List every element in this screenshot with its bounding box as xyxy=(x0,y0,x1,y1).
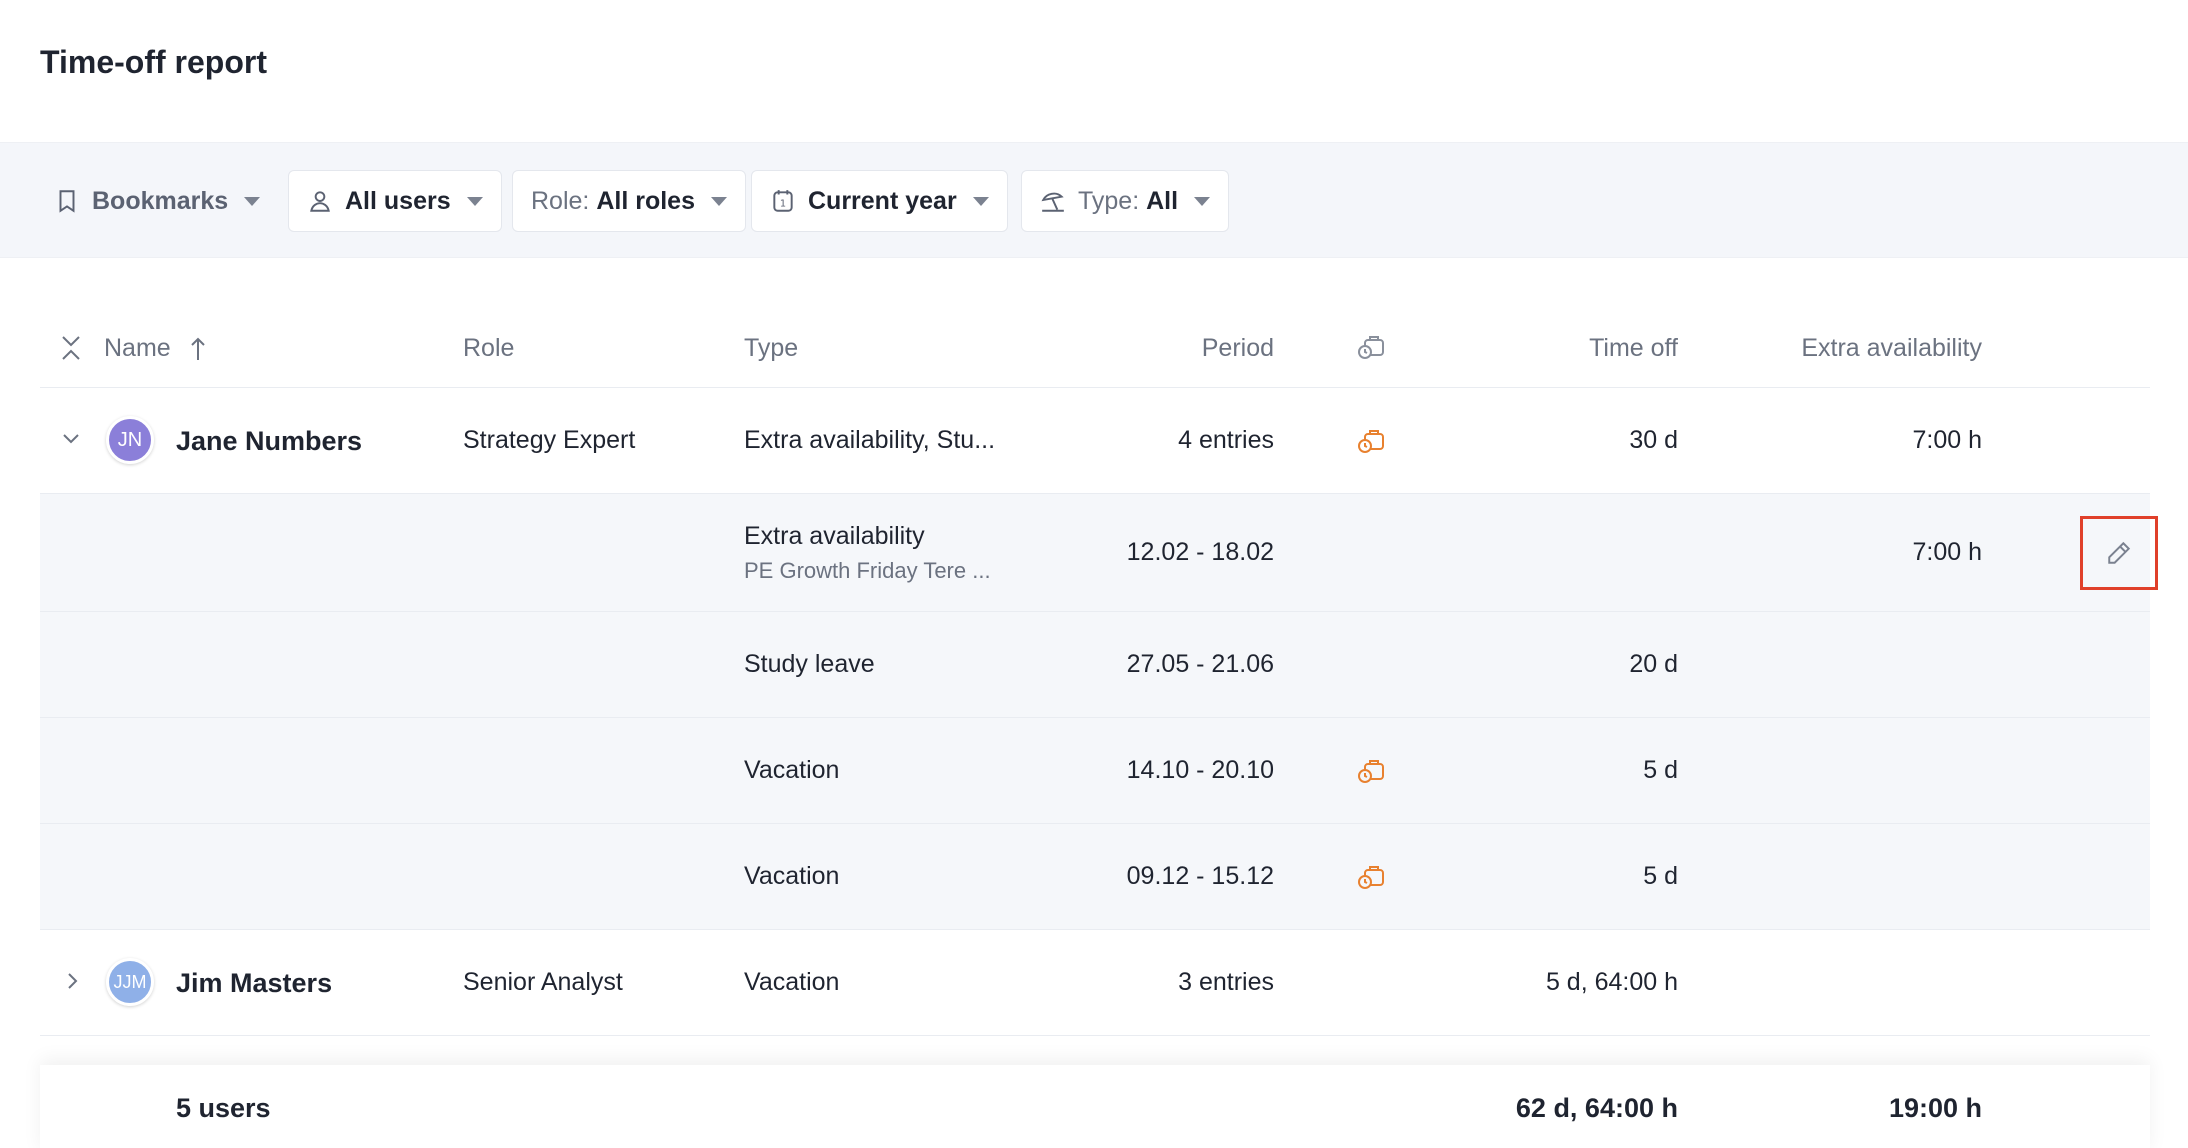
chevron-right-icon[interactable] xyxy=(60,968,86,994)
timer-briefcase-icon xyxy=(1354,330,1388,364)
column-header-type[interactable]: Type xyxy=(744,334,798,363)
column-header-time-off[interactable]: Time off xyxy=(1440,334,1678,363)
entry-period: 12.02 - 18.02 xyxy=(1126,538,1274,566)
column-header-role[interactable]: Role xyxy=(463,334,514,363)
entry-time-off: 20 d xyxy=(1629,650,1678,678)
role-filter[interactable]: Role: All roles xyxy=(512,170,746,232)
entry-note: PE Growth Friday Tere ... xyxy=(744,558,991,583)
entry-type: Vacation xyxy=(744,862,840,890)
avatar: JN xyxy=(106,416,154,464)
sort-ascending-icon[interactable] xyxy=(186,334,210,364)
chevron-down-icon xyxy=(972,196,989,206)
entry-row[interactable]: Vacation 09.12 - 15.12 5 d xyxy=(40,824,2150,930)
user-role: Strategy Expert xyxy=(463,426,636,454)
entry-period: 14.10 - 20.10 xyxy=(1126,756,1274,784)
filter-bar: Bookmarks All users Role: All roles 1 Cu… xyxy=(0,142,2188,258)
page-title: Time-off report xyxy=(40,44,267,80)
totals-footer: 5 users 62 d, 64:00 h 19:00 h xyxy=(40,1065,2150,1148)
entry-time-off: 5 d xyxy=(1643,862,1678,890)
chevron-down-icon xyxy=(710,196,727,206)
entry-type: Study leave xyxy=(744,650,875,678)
entry-type: Vacation xyxy=(744,756,840,784)
column-header-name[interactable]: Name xyxy=(104,334,171,363)
user-types: Extra availability, Stu... xyxy=(744,426,996,454)
user-name[interactable]: Jane Numbers xyxy=(176,426,362,457)
total-extra-availability: 19:00 h xyxy=(1888,1093,1982,1123)
avatar: JJM xyxy=(106,958,154,1006)
role-filter-prefix: Role: xyxy=(531,186,590,215)
table-row[interactable]: JJM Jim Masters Senior Analyst Vacation … xyxy=(40,930,2150,1036)
collapse-all-icon[interactable] xyxy=(56,332,86,364)
role-filter-value: All roles xyxy=(596,186,695,215)
total-users: 5 users xyxy=(176,1093,271,1123)
column-header-extra-availability[interactable]: Extra availability xyxy=(1740,334,1982,363)
entry-type: Extra availability xyxy=(744,522,925,550)
column-header-period[interactable]: Period xyxy=(1040,334,1274,363)
user-period: 4 entries xyxy=(1178,426,1274,454)
entry-time-off: 5 d xyxy=(1643,756,1678,784)
table-header: Name Role Type Period Time off Extra ava… xyxy=(40,310,2150,388)
user-period: 3 entries xyxy=(1178,968,1274,996)
bookmarks-dropdown[interactable]: Bookmarks xyxy=(40,170,274,232)
user-role: Senior Analyst xyxy=(463,968,623,996)
chevron-down-icon xyxy=(466,196,483,206)
users-filter[interactable]: All users xyxy=(288,170,502,232)
period-filter-label: Current year xyxy=(808,186,957,215)
user-name[interactable]: Jim Masters xyxy=(176,968,332,999)
user-icon xyxy=(307,188,333,214)
entry-row[interactable]: Study leave 27.05 - 21.06 20 d xyxy=(40,612,2150,718)
table-row[interactable]: JN Jane Numbers Strategy Expert Extra av… xyxy=(40,388,2150,494)
user-time-off: 30 d xyxy=(1629,426,1678,454)
chevron-down-icon xyxy=(1194,196,1211,206)
edit-entry-button[interactable] xyxy=(2080,516,2158,590)
beach-umbrella-icon xyxy=(1040,188,1066,214)
entry-period: 09.12 - 15.12 xyxy=(1126,862,1274,890)
pencil-icon xyxy=(2106,540,2132,566)
type-filter-prefix: Type: xyxy=(1078,186,1140,215)
bookmarks-label: Bookmarks xyxy=(92,186,229,215)
user-types: Vacation xyxy=(744,968,840,996)
users-filter-label: All users xyxy=(345,186,451,215)
type-filter[interactable]: Type: All xyxy=(1021,170,1230,232)
chevron-down-icon xyxy=(244,196,261,206)
type-filter-value: All xyxy=(1146,186,1179,215)
entry-row[interactable]: Vacation 14.10 - 20.10 5 d xyxy=(40,718,2150,824)
period-filter[interactable]: 1 Current year xyxy=(751,170,1008,232)
entry-row[interactable]: Extra availability PE Growth Friday Tere… xyxy=(40,494,2158,612)
entry-period: 27.05 - 21.06 xyxy=(1126,650,1274,678)
user-extra-availability: 7:00 h xyxy=(1912,426,1982,454)
svg-text:1: 1 xyxy=(780,198,786,209)
total-time-off: 62 d, 64:00 h xyxy=(1515,1093,1678,1123)
timer-briefcase-icon xyxy=(1354,424,1388,458)
timer-briefcase-icon xyxy=(1354,754,1388,788)
bookmark-icon xyxy=(54,188,80,214)
chevron-down-icon[interactable] xyxy=(58,426,84,452)
timer-briefcase-icon xyxy=(1354,860,1388,894)
entry-extra-availability: 7:00 h xyxy=(1912,538,1982,566)
calendar-icon: 1 xyxy=(770,188,796,214)
user-time-off: 5 d, 64:00 h xyxy=(1545,968,1678,996)
